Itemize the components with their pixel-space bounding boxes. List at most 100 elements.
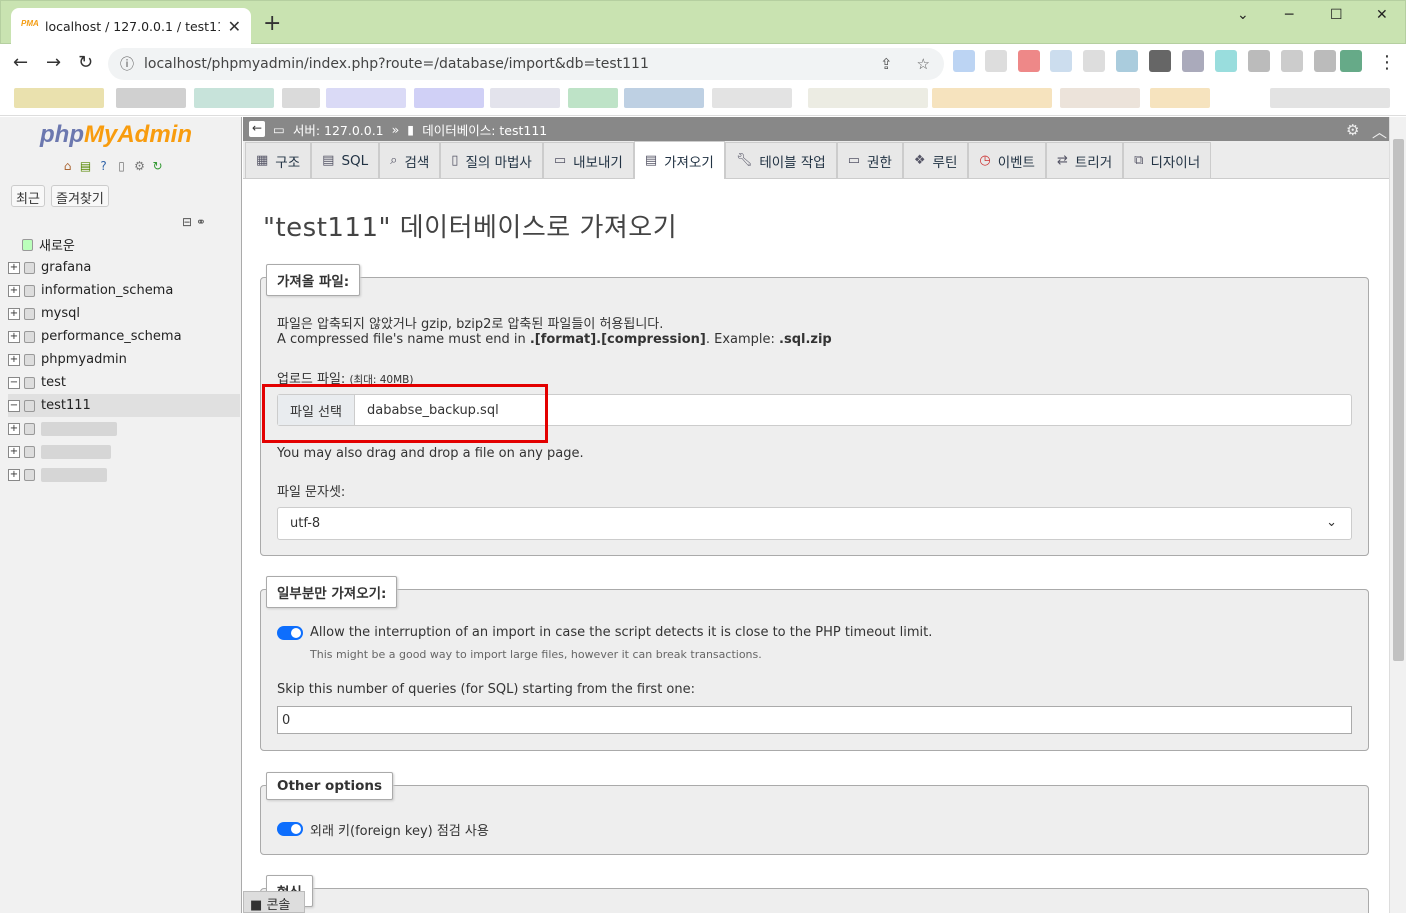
expand-icon[interactable]: +: [8, 261, 20, 274]
scrollbar-thumb[interactable]: [1393, 139, 1404, 661]
bookmark-item[interactable]: [194, 88, 274, 108]
bookmark-item[interactable]: [624, 88, 704, 108]
breadcrumb-server[interactable]: 서버: 127.0.0.1: [293, 120, 384, 139]
expand-icon[interactable]: +: [8, 445, 20, 458]
tree-db-phpmyadmin[interactable]: + phpmyadmin: [8, 348, 240, 371]
extension-icon[interactable]: [1083, 50, 1105, 72]
expand-icon[interactable]: +: [8, 307, 20, 320]
bookmark-item[interactable]: [490, 88, 560, 108]
omnibox[interactable]: ⓘ localhost/phpmyadmin/index.php?route=/…: [108, 48, 944, 80]
bookmark-item[interactable]: [326, 88, 406, 108]
minimize-icon[interactable]: ─: [1285, 7, 1293, 23]
db-name[interactable]: test111: [41, 398, 91, 413]
console-button[interactable]: ■ 콘솔: [243, 891, 305, 913]
recent-tab[interactable]: 최근: [11, 185, 45, 207]
back-icon[interactable]: ←: [13, 52, 28, 73]
db-name[interactable]: phpmyadmin: [41, 352, 127, 367]
extension-icon[interactable]: [1314, 50, 1336, 72]
extension-icon[interactable]: [1248, 50, 1270, 72]
vertical-scrollbar[interactable]: [1389, 117, 1406, 913]
tab-search[interactable]: ⌕ 검색: [379, 142, 441, 178]
tree-db-hidden[interactable]: +: [8, 440, 240, 463]
expand-icon[interactable]: +: [8, 468, 20, 481]
maximize-icon[interactable]: ☐: [1330, 7, 1343, 23]
bookmark-item[interactable]: [282, 88, 320, 108]
bookmark-item[interactable]: [1270, 88, 1390, 108]
settings-gear-icon[interactable]: ⚙: [1346, 121, 1359, 139]
extension-icon[interactable]: [1116, 50, 1138, 72]
exit-icon[interactable]: ▤: [78, 159, 93, 174]
collapse-nav-icon[interactable]: ←: [249, 121, 265, 137]
bookmark-item[interactable]: [14, 88, 104, 108]
tab-privileges[interactable]: ▭ 권한: [836, 142, 903, 178]
link-icon[interactable]: ⚭: [196, 215, 206, 229]
tree-new[interactable]: 새로운: [8, 233, 240, 256]
tab-query[interactable]: ▯ 질의 마법사: [440, 142, 543, 178]
tree-db-hidden[interactable]: +: [8, 463, 240, 486]
browser-tab[interactable]: PMA localhost / 127.0.0.1 / test111 | ✕: [11, 8, 251, 45]
skip-queries-input[interactable]: 0: [277, 706, 1352, 734]
extension-icon[interactable]: [1018, 50, 1040, 72]
allow-interrupt-label[interactable]: Allow the interruption of an import in c…: [310, 625, 932, 640]
tab-routines[interactable]: ❖ 루틴: [902, 142, 969, 178]
extension-icon[interactable]: [953, 50, 975, 72]
bookmark-item[interactable]: [932, 88, 1052, 108]
tree-db-performance-schema[interactable]: + performance_schema: [8, 325, 240, 348]
db-name[interactable]: test: [41, 375, 66, 390]
foreign-key-toggle[interactable]: [277, 822, 303, 836]
reload-icon[interactable]: ↻: [78, 52, 93, 73]
close-window-icon[interactable]: ✕: [1376, 7, 1388, 23]
docs-icon[interactable]: ▯: [114, 159, 129, 174]
collapse-up-icon[interactable]: ︿: [1372, 121, 1387, 142]
favorites-tab[interactable]: 즐겨찾기: [51, 185, 109, 207]
tab-search-icon[interactable]: ⌄: [1237, 7, 1249, 23]
bookmark-item[interactable]: [414, 88, 484, 108]
extension-icon[interactable]: [1215, 50, 1237, 72]
extension-icon[interactable]: [1182, 50, 1204, 72]
close-tab-icon[interactable]: ✕: [228, 17, 241, 36]
collapse-all-icon[interactable]: ⊟: [182, 215, 192, 229]
tree-db-information-schema[interactable]: + information_schema: [8, 279, 240, 302]
collapse-icon[interactable]: −: [8, 376, 20, 389]
tab-import[interactable]: ▤ 가져오기: [633, 141, 725, 179]
forward-icon[interactable]: →: [46, 52, 61, 73]
expand-icon[interactable]: +: [8, 353, 20, 366]
browser-menu-icon[interactable]: ⋮: [1378, 52, 1396, 73]
bookmark-item[interactable]: [808, 88, 928, 108]
db-name[interactable]: information_schema: [41, 283, 173, 298]
expand-icon[interactable]: +: [8, 422, 20, 435]
extension-icon[interactable]: [1050, 50, 1072, 72]
tree-db-test[interactable]: − test: [8, 371, 240, 394]
charset-select[interactable]: utf-8 ⌄: [277, 507, 1352, 540]
bookmark-item[interactable]: [712, 88, 792, 108]
tab-export[interactable]: ▭ 내보내기: [542, 142, 634, 178]
foreign-key-label[interactable]: 외래 키(foreign key) 점검 사용: [310, 820, 489, 839]
share-icon[interactable]: ⇪: [880, 55, 893, 73]
tree-db-test111[interactable]: − test111: [8, 394, 240, 417]
tab-events[interactable]: ◷ 이벤트: [968, 142, 1046, 178]
home-icon[interactable]: ⌂: [60, 159, 75, 174]
bookmark-item[interactable]: [568, 88, 618, 108]
bookmark-item[interactable]: [1150, 88, 1210, 108]
help-icon[interactable]: ?: [96, 159, 111, 174]
tab-designer[interactable]: ⧉ 디자이너: [1123, 142, 1212, 178]
url-text[interactable]: localhost/phpmyadmin/index.php?route=/da…: [144, 56, 870, 72]
bookmark-item[interactable]: [1060, 88, 1140, 108]
tree-db-grafana[interactable]: + grafana: [8, 256, 240, 279]
extension-icon[interactable]: [1281, 50, 1303, 72]
expand-icon[interactable]: +: [8, 284, 20, 297]
site-info-icon[interactable]: ⓘ: [120, 54, 134, 74]
tab-sql[interactable]: ▤ SQL: [311, 142, 380, 178]
phpmyadmin-logo[interactable]: phpMyAdmin: [40, 121, 192, 149]
breadcrumb-database[interactable]: 데이터베이스: test111: [422, 120, 547, 139]
allow-interrupt-toggle[interactable]: [277, 626, 303, 640]
tab-triggers[interactable]: ⇄ 트리거: [1045, 142, 1124, 178]
db-name[interactable]: grafana: [41, 260, 91, 275]
profile-avatar[interactable]: [1340, 50, 1362, 72]
tab-operations[interactable]: 🔧︎ 테이블 작업: [724, 142, 837, 178]
bookmark-star-icon[interactable]: ☆: [917, 55, 930, 73]
bookmark-item[interactable]: [116, 88, 186, 108]
db-name[interactable]: mysql: [41, 306, 80, 321]
tree-db-mysql[interactable]: + mysql: [8, 302, 240, 325]
db-name[interactable]: performance_schema: [41, 329, 182, 344]
